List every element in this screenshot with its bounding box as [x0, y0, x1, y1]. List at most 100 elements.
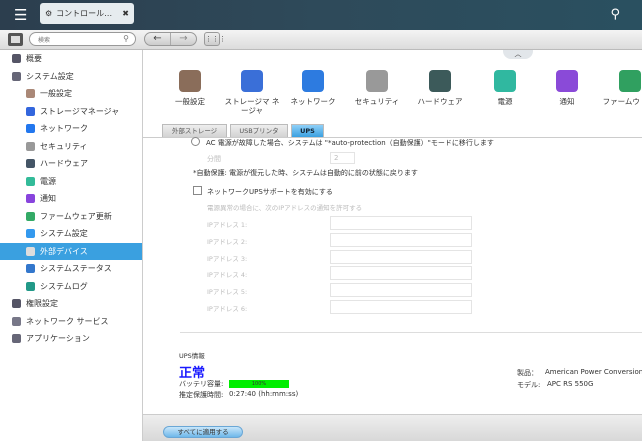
sidebar-item[interactable]: 概要: [0, 50, 142, 68]
back-button[interactable]: ←: [145, 33, 170, 45]
search-input[interactable]: 検索 ⚲: [29, 32, 136, 46]
lock-icon: [26, 141, 35, 151]
sidebar-item[interactable]: ネットワーク: [0, 120, 142, 138]
settings-shortcut[interactable]: ストレージマ ネージャ: [221, 70, 283, 115]
shortcut-label: 通知: [559, 97, 575, 106]
ups-info-title: UPS情報: [179, 352, 205, 360]
battery-bar: 100%: [229, 380, 289, 388]
apps-grid-button[interactable]: ⋮⋮⋮: [204, 32, 226, 46]
sidebar-item[interactable]: ネットワーク サービス: [0, 313, 142, 331]
sidebar-item-label: システムステータス: [40, 264, 112, 274]
search-icon: ⚲: [123, 34, 129, 43]
sidebar-item-label: ネットワーク: [40, 124, 88, 134]
settings-shortcut[interactable]: ファームウ 更新: [599, 70, 642, 106]
sidebar-item[interactable]: 権限設定: [0, 295, 142, 313]
bulb-icon: [26, 176, 35, 186]
minutes-input[interactable]: 2: [330, 152, 355, 164]
sidebar-item[interactable]: 電源: [0, 173, 142, 191]
ip-address-input[interactable]: [330, 266, 472, 281]
battery-percent: 100%: [251, 381, 267, 387]
ip-address-input[interactable]: [330, 249, 472, 264]
sidebar-item[interactable]: ハードウェア: [0, 155, 142, 173]
minutes-label: 分間: [207, 155, 221, 163]
tab[interactable]: USBプリンタ: [230, 124, 288, 138]
allow-ip-label: 電源異常の場合に、次のIPアドレスの通知を許可する: [207, 204, 363, 212]
gear-icon: [12, 71, 21, 81]
ip-address-label: IPアドレス 3:: [207, 254, 248, 263]
ip-address-input[interactable]: [330, 283, 472, 298]
sidebar-item[interactable]: システムログ: [0, 278, 142, 296]
shortcut-label: ハードウェア: [417, 97, 463, 106]
auto-protection-radio[interactable]: [191, 137, 200, 146]
sidebar-toggle-button[interactable]: [8, 33, 23, 46]
sidebar-item[interactable]: 通知: [0, 190, 142, 208]
shortcut-icon: [179, 70, 201, 92]
search-icon[interactable]: ⚲: [610, 7, 620, 22]
application-icon: [12, 334, 21, 344]
overview-icon: [12, 54, 21, 64]
settings-shortcut[interactable]: ハードウェア: [409, 70, 471, 106]
settings-shortcut[interactable]: 通知: [536, 70, 598, 106]
model-label: モデル:: [517, 381, 541, 389]
sidebar-item[interactable]: ストレージマネージャ: [0, 103, 142, 121]
settings-shortcut[interactable]: 一般設定: [159, 70, 221, 106]
network-icon: [26, 124, 35, 134]
shortcut-icon: [556, 70, 578, 92]
ip-address-label: IPアドレス 6:: [207, 305, 248, 313]
firmware-icon: [26, 211, 35, 221]
shortcut-icon: [429, 70, 451, 92]
shortcut-label: ネットワーク: [290, 97, 336, 106]
ip-address-label: IPアドレス 5:: [207, 288, 248, 297]
settings-shortcut[interactable]: ネットワーク: [282, 70, 344, 106]
sidebar-item-label: アプリケーション: [26, 334, 90, 344]
sidebar-item-label: ハードウェア: [40, 159, 88, 169]
sidebar-item[interactable]: アプリケーション: [0, 330, 142, 348]
tab[interactable]: UPS: [291, 124, 324, 138]
shortcut-label: セキュリティ: [354, 97, 400, 106]
ip-address-input[interactable]: [330, 300, 472, 314]
apply-all-button[interactable]: すべてに適用する: [163, 426, 243, 438]
network-ups-checkbox[interactable]: [193, 186, 202, 195]
product-label: 製品：: [517, 369, 538, 377]
sidebar-item-label: ネットワーク サービス: [26, 316, 109, 326]
monitor-icon: [26, 264, 35, 274]
log-icon: [26, 281, 35, 291]
collapse-icons-button[interactable]: ︿: [503, 50, 533, 59]
system-settings-icon: [26, 229, 35, 239]
sidebar-item-label: 一般設定: [40, 89, 72, 99]
forward-button[interactable]: →: [170, 33, 196, 45]
battery-fill: 100%: [229, 380, 289, 388]
sidebar-item-label: システム設定: [26, 71, 74, 81]
shortcut-icon: [494, 70, 516, 92]
settings-shortcut[interactable]: 電源: [474, 70, 536, 106]
storage-icon: [26, 106, 35, 116]
shortcut-label: ストレージマ ネージャ: [224, 97, 280, 115]
sidebar-item[interactable]: セキュリティ: [0, 138, 142, 156]
sidebar-item-label: 通知: [40, 194, 56, 204]
shortcut-icon: [302, 70, 324, 92]
sidebar-item-label: ストレージマネージャ: [40, 106, 120, 116]
close-icon[interactable]: ✖: [122, 9, 129, 18]
ip-address-input[interactable]: [330, 232, 472, 247]
ip-address-input[interactable]: [330, 216, 472, 230]
sidebar-item[interactable]: 一般設定: [0, 85, 142, 103]
sidebar-item[interactable]: システム設定: [0, 225, 142, 243]
sidebar-item[interactable]: システムステータス: [0, 260, 142, 278]
shortcut-label: ファームウ 更新: [602, 97, 642, 106]
runtime-label: 推定保護時間:: [179, 391, 224, 399]
settings-shortcut[interactable]: セキュリティ: [346, 70, 408, 106]
tab[interactable]: 外部ストレージ: [162, 124, 227, 138]
divider: [180, 332, 642, 333]
network-ups-label: ネットワークUPSサポートを有効にする: [207, 188, 333, 196]
sidebar-item[interactable]: 外部デバイス: [0, 242, 142, 260]
user-icon: [12, 299, 21, 309]
nav-buttons: ← →: [144, 32, 197, 46]
network-service-icon: [12, 316, 21, 326]
menu-icon[interactable]: ☰: [14, 7, 30, 23]
auto-protection-label: AC 電源が故障した場合、システムは "*auto-protection（自動保…: [206, 139, 494, 147]
sidebar-item[interactable]: ファームウェア更新: [0, 208, 142, 226]
sidebar-item[interactable]: システム設定: [0, 68, 142, 86]
product-value: American Power Conversion: [545, 368, 642, 376]
runtime-value: 0:27:40 (hh:mm:ss): [229, 390, 299, 398]
app-tab[interactable]: ⚙ コントロール… ✖: [40, 3, 134, 24]
